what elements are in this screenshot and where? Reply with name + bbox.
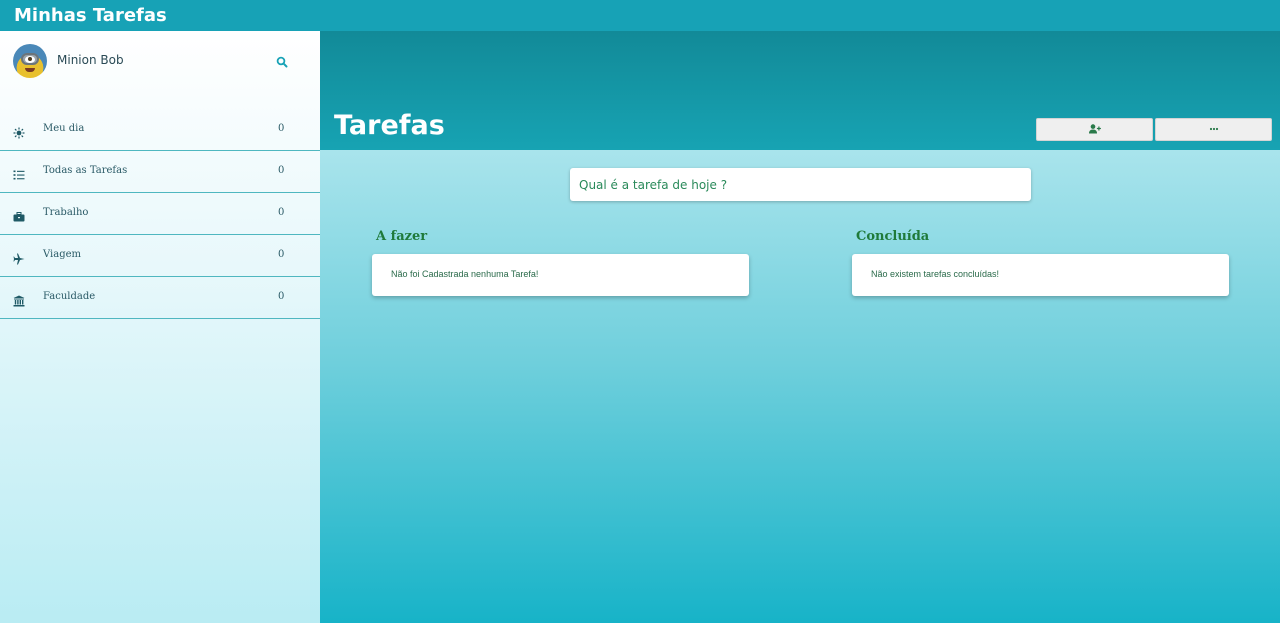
institution-icon	[13, 292, 25, 307]
page-title: Tarefas	[334, 110, 445, 141]
sidebar-item-todas-as-tarefas[interactable]: Todas as Tarefas 0	[0, 151, 320, 193]
done-column-title: Concluída	[856, 229, 930, 244]
sidebar-item-count: 0	[278, 291, 285, 302]
sun-icon	[13, 124, 25, 139]
done-empty-message: Não existem tarefas concluídas!	[871, 269, 1000, 279]
new-task-input[interactable]	[570, 168, 1031, 201]
sidebar-item-count: 0	[278, 207, 285, 218]
sidebar-item-label: Trabalho	[43, 207, 89, 218]
main-header: Tarefas	[320, 31, 1280, 150]
sidebar-item-faculdade[interactable]: Faculdade 0	[0, 277, 320, 319]
sidebar-nav: Meu dia 0 Todas as Tarefas 0 Trabalho 0 …	[0, 109, 320, 319]
user-name: Minion Bob	[57, 53, 124, 67]
add-user-button[interactable]	[1036, 118, 1153, 141]
user-plus-icon	[1089, 124, 1101, 134]
sidebar-item-count: 0	[278, 249, 285, 260]
user-profile: Minion Bob	[0, 31, 320, 91]
todo-column-title: A fazer	[376, 229, 428, 244]
sidebar-item-label: Faculdade	[43, 291, 96, 302]
sidebar-item-label: Todas as Tarefas	[43, 165, 128, 176]
more-options-button[interactable]	[1155, 118, 1272, 141]
sidebar-item-meu-dia[interactable]: Meu dia 0	[0, 109, 320, 151]
app-title: Minhas Tarefas	[0, 0, 1280, 31]
done-empty-card: Não existem tarefas concluídas!	[852, 254, 1229, 296]
sidebar-item-count: 0	[278, 123, 285, 134]
main-content: A fazer Não foi Cadastrada nenhuma Taref…	[320, 150, 1280, 623]
sidebar-item-viagem[interactable]: Viagem 0	[0, 235, 320, 277]
todo-empty-message: Não foi Cadastrada nenhuma Tarefa!	[391, 269, 539, 279]
avatar	[13, 44, 47, 78]
sidebar-item-label: Meu dia	[43, 123, 85, 134]
briefcase-icon	[13, 208, 25, 222]
sidebar: Minion Bob Meu dia 0 Todas as Tarefas 0 …	[0, 31, 320, 623]
search-icon[interactable]	[276, 53, 292, 69]
todo-empty-card: Não foi Cadastrada nenhuma Tarefa!	[372, 254, 749, 296]
list-icon	[13, 166, 25, 180]
sidebar-item-count: 0	[278, 165, 285, 176]
sidebar-item-label: Viagem	[43, 249, 82, 260]
plane-icon	[13, 250, 25, 265]
sidebar-item-trabalho[interactable]: Trabalho 0	[0, 193, 320, 235]
ellipsis-icon	[1209, 127, 1219, 131]
